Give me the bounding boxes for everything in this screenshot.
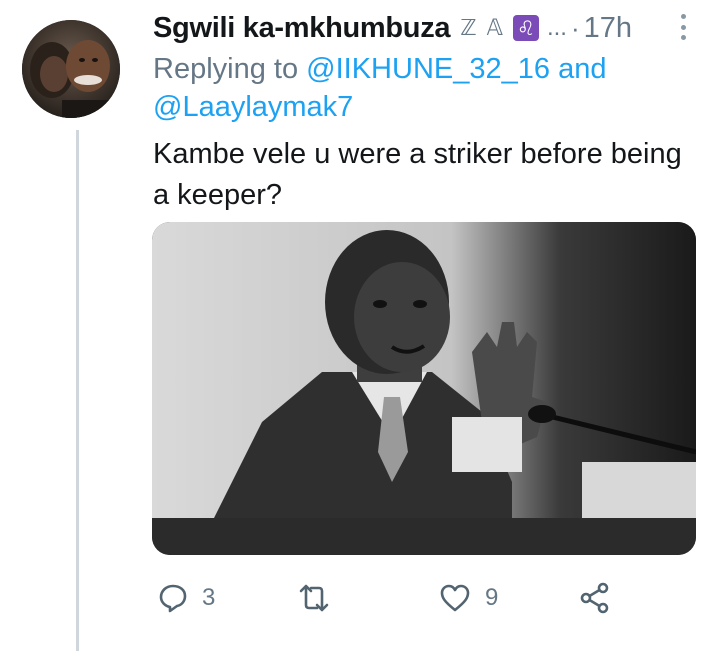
heart-icon bbox=[440, 584, 470, 612]
timestamp[interactable]: 17h bbox=[584, 12, 632, 45]
reply-count: 3 bbox=[202, 584, 216, 611]
more-dot bbox=[680, 24, 686, 30]
share-icon bbox=[580, 582, 609, 614]
mention-conjunction: and bbox=[558, 53, 607, 85]
name-ellipsis: ... bbox=[546, 14, 567, 41]
tweet-text-line-1: Kambe vele u were a striker before being bbox=[153, 138, 682, 170]
more-vertical-icon[interactable] bbox=[676, 10, 690, 44]
replying-to: Replying to @IIKHUNE_32_16 and @Laaylaym… bbox=[153, 50, 693, 126]
name-badge-a: 𝔸 bbox=[486, 15, 503, 40]
more-dot bbox=[680, 14, 686, 19]
reply-button[interactable]: 3 bbox=[158, 578, 215, 618]
retweet-icon bbox=[299, 584, 329, 612]
reply-icon bbox=[159, 584, 187, 613]
header-separator: · bbox=[570, 12, 580, 43]
mention-link-2[interactable]: @Laaylaymak7 bbox=[153, 91, 353, 123]
share-button[interactable] bbox=[579, 578, 611, 618]
like-count: 9 bbox=[485, 584, 499, 611]
avatar[interactable] bbox=[22, 20, 120, 118]
display-name[interactable]: Sgwili ka-mkhumbuza bbox=[153, 12, 451, 45]
tweet-media-image[interactable] bbox=[152, 222, 696, 555]
zodiac-icon: ♌ bbox=[512, 15, 539, 41]
tweet-actions: 3 9 bbox=[152, 578, 632, 618]
like-button[interactable]: 9 bbox=[439, 578, 498, 618]
tweet-text: Kambe vele u were a striker before being… bbox=[153, 134, 703, 216]
mention-link-1[interactable]: @IIKHUNE_32_16 bbox=[306, 53, 550, 85]
thread-line bbox=[76, 130, 79, 651]
retweet-button[interactable] bbox=[298, 578, 330, 618]
more-dot bbox=[680, 35, 686, 40]
tweet-text-line-2: a keeper? bbox=[153, 179, 282, 211]
tweet-header: Sgwili ka-mkhumbuza ℤ 𝔸 ♌ ... · 17h bbox=[153, 8, 693, 48]
avatar-photo bbox=[22, 20, 120, 118]
media-photo bbox=[152, 222, 696, 555]
tweet[interactable]: Sgwili ka-mkhumbuza ℤ 𝔸 ♌ ... · 17h Repl… bbox=[0, 0, 719, 651]
name-badge-z: ℤ bbox=[460, 15, 477, 40]
replying-prefix: Replying to bbox=[153, 53, 299, 85]
